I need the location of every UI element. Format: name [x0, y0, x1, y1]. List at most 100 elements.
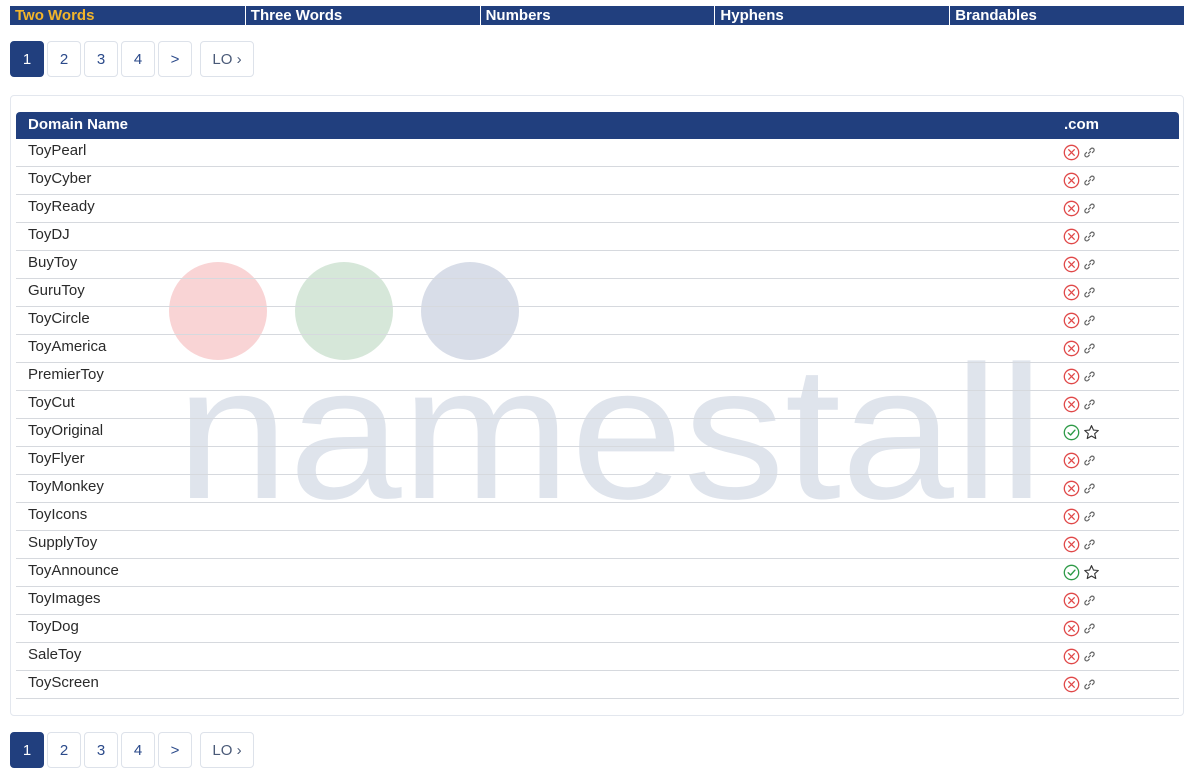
com-status — [1063, 144, 1096, 165]
domain-name: BuyToy — [28, 254, 78, 271]
table-row: ToyImages — [16, 587, 1179, 615]
tab-three-words[interactable]: Three Words — [244, 6, 480, 25]
lo-button[interactable]: LO › — [200, 41, 254, 77]
x-circle-icon — [1063, 508, 1080, 529]
com-status — [1063, 564, 1100, 585]
domain-name: ToyImages — [28, 590, 101, 607]
domain-name: ToyAnnounce — [28, 562, 119, 579]
domain-list: ToyPearl ToyCyber ToyReady ToyDJ BuyToy GuruT… — [16, 139, 1179, 699]
column-header-com: .com — [1064, 116, 1100, 133]
x-circle-icon — [1063, 368, 1080, 389]
table-row: ToyIcons — [16, 503, 1179, 531]
table-row: ToyMonkey — [16, 475, 1179, 503]
pagination-top: 1 2 3 4 > LO › — [10, 41, 254, 77]
link-icon[interactable] — [1083, 594, 1096, 611]
link-icon[interactable] — [1083, 482, 1096, 499]
link-icon[interactable] — [1083, 370, 1096, 387]
domain-name: ToyDJ — [28, 226, 70, 243]
domain-name: ToyIcons — [28, 506, 88, 523]
category-tabs: Two Words Three Words Numbers Hyphens Br… — [10, 6, 1184, 25]
domain-name: ToyReady — [28, 198, 95, 215]
table-row: ToyScreen — [16, 671, 1179, 699]
domain-name: ToyScreen — [28, 674, 99, 691]
x-circle-icon — [1063, 620, 1080, 641]
page-1-button[interactable]: 1 — [10, 732, 44, 768]
tab-hyphens[interactable]: Hyphens — [714, 6, 949, 25]
x-circle-icon — [1063, 480, 1080, 501]
check-circle-icon — [1063, 564, 1080, 585]
x-circle-icon — [1063, 676, 1080, 697]
com-status — [1063, 396, 1096, 417]
x-circle-icon — [1063, 144, 1080, 165]
domain-name: ToyFlyer — [28, 450, 85, 467]
page-2-button[interactable]: 2 — [47, 732, 81, 768]
link-icon[interactable] — [1083, 454, 1096, 471]
link-icon[interactable] — [1083, 650, 1096, 667]
star-icon[interactable] — [1083, 424, 1100, 445]
link-icon[interactable] — [1083, 286, 1096, 303]
link-icon[interactable] — [1083, 342, 1096, 359]
com-status — [1063, 228, 1096, 249]
table-header: Domain Name .com — [16, 112, 1179, 139]
x-circle-icon — [1063, 536, 1080, 557]
table-row: GuruToy — [16, 279, 1179, 307]
domain-name: ToyDog — [28, 618, 79, 635]
page-3-button[interactable]: 3 — [84, 732, 118, 768]
com-status — [1063, 536, 1096, 557]
x-circle-icon — [1063, 172, 1080, 193]
table-row: ToyCircle — [16, 307, 1179, 335]
lo-button[interactable]: LO › — [200, 732, 254, 768]
link-icon[interactable] — [1083, 510, 1096, 527]
link-icon[interactable] — [1083, 146, 1096, 163]
check-circle-icon — [1063, 424, 1080, 445]
table-row: ToyReady — [16, 195, 1179, 223]
page-4-button[interactable]: 4 — [121, 41, 155, 77]
table-row: ToyDJ — [16, 223, 1179, 251]
domain-name: ToyCyber — [28, 170, 92, 187]
link-icon[interactable] — [1083, 174, 1096, 191]
link-icon[interactable] — [1083, 622, 1096, 639]
com-status — [1063, 480, 1096, 501]
pagination-bottom: 1 2 3 4 > LO › — [10, 732, 254, 768]
com-status — [1063, 508, 1096, 529]
x-circle-icon — [1063, 592, 1080, 613]
com-status — [1063, 620, 1096, 641]
table-row: ToyFlyer — [16, 447, 1179, 475]
com-status — [1063, 340, 1096, 361]
com-status — [1063, 676, 1096, 697]
page-1-button[interactable]: 1 — [10, 41, 44, 77]
link-icon[interactable] — [1083, 398, 1096, 415]
page-2-button[interactable]: 2 — [47, 41, 81, 77]
page-3-button[interactable]: 3 — [84, 41, 118, 77]
x-circle-icon — [1063, 312, 1080, 333]
link-icon[interactable] — [1083, 314, 1096, 331]
com-status — [1063, 368, 1096, 389]
domain-name: ToyAmerica — [28, 338, 107, 355]
x-circle-icon — [1063, 452, 1080, 473]
link-icon[interactable] — [1083, 230, 1096, 247]
x-circle-icon — [1063, 228, 1080, 249]
table-row: ToyCyber — [16, 167, 1179, 195]
link-icon[interactable] — [1083, 678, 1096, 695]
link-icon[interactable] — [1083, 258, 1096, 275]
column-header-domain-name: Domain Name — [28, 116, 129, 133]
table-row: ToyDog — [16, 615, 1179, 643]
next-page-button[interactable]: > — [158, 732, 192, 768]
link-icon[interactable] — [1083, 538, 1096, 555]
domain-name: PremierToy — [28, 366, 104, 383]
results-card: namestall Domain Name .com ToyPearl ToyCy… — [10, 95, 1184, 716]
star-icon[interactable] — [1083, 564, 1100, 585]
tab-two-words[interactable]: Two Words — [10, 6, 245, 25]
x-circle-icon — [1063, 256, 1080, 277]
page-4-button[interactable]: 4 — [121, 732, 155, 768]
x-circle-icon — [1063, 648, 1080, 669]
com-status — [1063, 592, 1096, 613]
table-row: ToyOriginal — [16, 419, 1179, 447]
tab-numbers[interactable]: Numbers — [479, 6, 715, 25]
link-icon[interactable] — [1083, 202, 1096, 219]
domain-name: ToyCut — [28, 394, 75, 411]
tab-brandables[interactable]: Brandables — [949, 6, 1184, 25]
com-status — [1063, 452, 1096, 473]
table-row: ToyPearl — [16, 139, 1179, 167]
next-page-button[interactable]: > — [158, 41, 192, 77]
